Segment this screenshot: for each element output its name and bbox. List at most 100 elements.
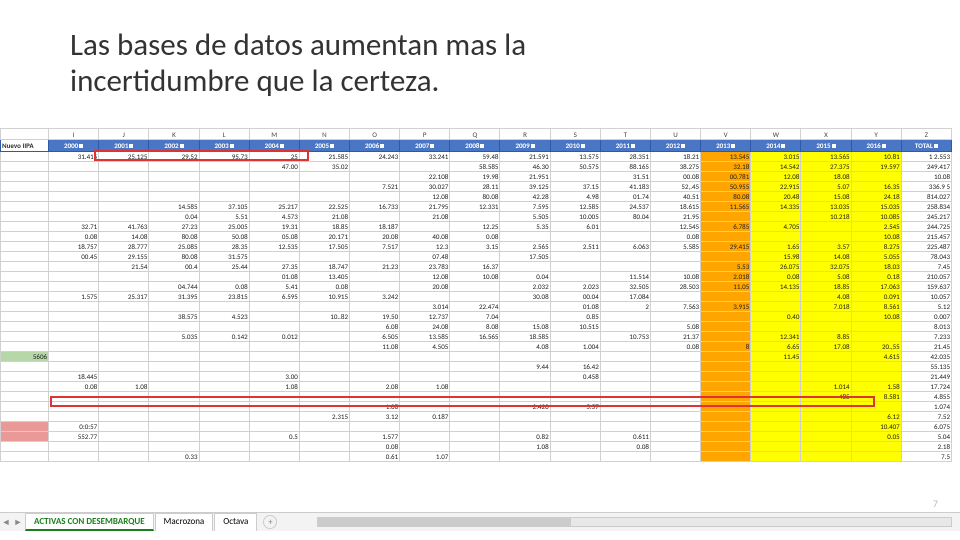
cell[interactable] bbox=[500, 232, 550, 242]
cell[interactable] bbox=[299, 342, 349, 352]
cell[interactable] bbox=[49, 312, 99, 322]
cell[interactable]: 4.855 bbox=[901, 392, 951, 402]
cell[interactable] bbox=[149, 412, 199, 422]
cell[interactable] bbox=[350, 422, 400, 432]
cell[interactable] bbox=[1, 162, 49, 172]
cell[interactable] bbox=[350, 282, 400, 292]
cell[interactable] bbox=[701, 322, 751, 332]
cell[interactable] bbox=[801, 312, 851, 322]
cell[interactable]: 29.155 bbox=[99, 252, 149, 262]
column-header[interactable]: P bbox=[400, 129, 450, 140]
cell[interactable] bbox=[650, 432, 700, 442]
cell[interactable] bbox=[249, 442, 299, 452]
year-header[interactable]: 2009 bbox=[500, 140, 550, 152]
cell[interactable]: 7.563 bbox=[650, 302, 700, 312]
cell[interactable] bbox=[851, 442, 901, 452]
year-header[interactable]: 2013 bbox=[701, 140, 751, 152]
cell[interactable]: 0.04 bbox=[149, 212, 199, 222]
cell[interactable]: 0.5 bbox=[249, 432, 299, 442]
cell[interactable]: 4.615 bbox=[851, 352, 901, 362]
cell[interactable] bbox=[149, 342, 199, 352]
cell[interactable]: 59.48 bbox=[450, 152, 500, 162]
cell[interactable] bbox=[701, 372, 751, 382]
cell[interactable]: 0.85 bbox=[550, 312, 600, 322]
cell[interactable]: 32.18 bbox=[701, 162, 751, 172]
cell[interactable] bbox=[1, 172, 49, 182]
cell[interactable]: 11.45 bbox=[751, 352, 801, 362]
year-header[interactable]: 2005 bbox=[299, 140, 349, 152]
cell[interactable]: 29.52 bbox=[149, 152, 199, 162]
cell[interactable] bbox=[49, 332, 99, 342]
cell[interactable] bbox=[701, 212, 751, 222]
cell[interactable] bbox=[400, 352, 450, 362]
cell[interactable]: 7.018 bbox=[801, 302, 851, 312]
cell[interactable]: 10.08 bbox=[851, 232, 901, 242]
cell[interactable]: 7.04 bbox=[450, 312, 500, 322]
cell[interactable] bbox=[550, 442, 600, 452]
cell[interactable] bbox=[99, 202, 149, 212]
column-header[interactable]: Q bbox=[450, 129, 500, 140]
cell[interactable] bbox=[701, 332, 751, 342]
cell[interactable]: 0.61 bbox=[350, 452, 400, 462]
cell[interactable] bbox=[400, 372, 450, 382]
cell[interactable] bbox=[600, 402, 650, 412]
cell[interactable] bbox=[851, 372, 901, 382]
cell[interactable] bbox=[600, 392, 650, 402]
cell[interactable]: 2.08 bbox=[350, 382, 400, 392]
cell[interactable] bbox=[600, 382, 650, 392]
cell[interactable]: 8.275 bbox=[851, 242, 901, 252]
cell[interactable] bbox=[550, 392, 600, 402]
cell[interactable] bbox=[400, 222, 450, 232]
cell[interactable]: 12.535 bbox=[249, 242, 299, 252]
column-header[interactable]: X bbox=[801, 129, 851, 140]
cell[interactable]: 4.98 bbox=[550, 192, 600, 202]
cell[interactable] bbox=[751, 402, 801, 412]
cell[interactable] bbox=[801, 352, 851, 362]
cell[interactable] bbox=[350, 172, 400, 182]
cell[interactable] bbox=[199, 402, 249, 412]
cell[interactable] bbox=[149, 172, 199, 182]
cell[interactable]: 42.035 bbox=[901, 352, 951, 362]
cell[interactable]: 25.44 bbox=[199, 262, 249, 272]
cell[interactable]: 3.00 bbox=[249, 372, 299, 382]
cell[interactable]: 10..82 bbox=[299, 312, 349, 322]
cell[interactable]: 01.74 bbox=[600, 192, 650, 202]
cell[interactable] bbox=[99, 352, 149, 362]
cell[interactable]: 28.35 bbox=[199, 242, 249, 252]
cell[interactable]: 1 2.553 bbox=[901, 152, 951, 162]
cell[interactable]: 47.00 bbox=[249, 162, 299, 172]
cell[interactable]: 80.08 bbox=[149, 232, 199, 242]
cell[interactable] bbox=[600, 312, 650, 322]
cell[interactable]: 6.075 bbox=[901, 422, 951, 432]
cell[interactable]: 7.52 bbox=[901, 412, 951, 422]
cell[interactable] bbox=[199, 392, 249, 402]
cell[interactable] bbox=[249, 352, 299, 362]
column-header[interactable]: W bbox=[751, 129, 801, 140]
cell[interactable]: 04.744 bbox=[149, 282, 199, 292]
cell[interactable]: 27.375 bbox=[801, 162, 851, 172]
column-header[interactable]: N bbox=[299, 129, 349, 140]
cell[interactable] bbox=[299, 382, 349, 392]
cell[interactable] bbox=[400, 402, 450, 412]
cell[interactable] bbox=[751, 442, 801, 452]
cell[interactable]: 17.505 bbox=[500, 252, 550, 262]
cell[interactable]: 3.015 bbox=[751, 152, 801, 162]
year-header[interactable]: 2015 bbox=[801, 140, 851, 152]
cell[interactable] bbox=[249, 302, 299, 312]
cell[interactable]: 3.242 bbox=[350, 292, 400, 302]
cell[interactable]: 14.135 bbox=[751, 282, 801, 292]
cell[interactable]: 5.12 bbox=[901, 302, 951, 312]
cell[interactable]: 31.575 bbox=[199, 252, 249, 262]
cell[interactable]: 21.08 bbox=[299, 212, 349, 222]
cell[interactable] bbox=[650, 382, 700, 392]
cell[interactable] bbox=[149, 272, 199, 282]
cell[interactable] bbox=[751, 302, 801, 312]
cell[interactable] bbox=[500, 382, 550, 392]
cell[interactable] bbox=[149, 182, 199, 192]
cell[interactable] bbox=[49, 322, 99, 332]
cell[interactable] bbox=[751, 232, 801, 242]
cell[interactable]: 01.08 bbox=[550, 302, 600, 312]
cell[interactable]: 14.335 bbox=[751, 202, 801, 212]
cell[interactable] bbox=[99, 422, 149, 432]
cell[interactable]: 12.25 bbox=[450, 222, 500, 232]
